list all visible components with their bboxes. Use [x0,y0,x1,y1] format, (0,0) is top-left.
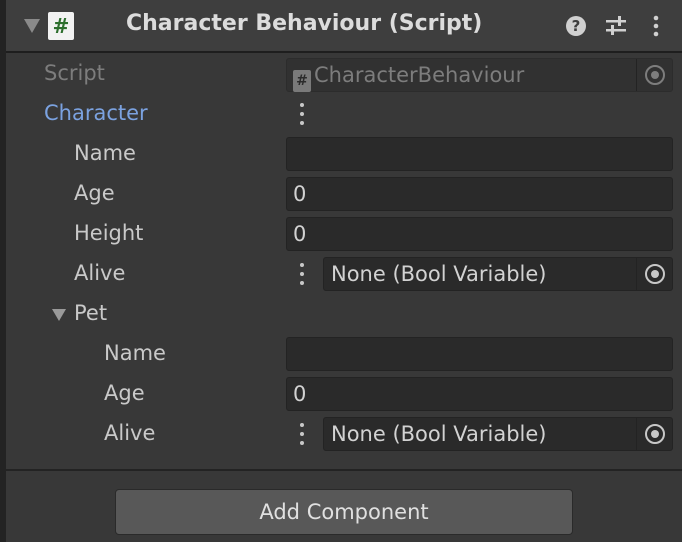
component-header[interactable]: # Character Behaviour (Script) ? [6,0,682,53]
script-object-field[interactable]: # CharacterBehaviour [286,58,673,92]
svg-text:?: ? [572,17,581,35]
pet-alive-kebab-icon[interactable] [298,422,306,448]
character-alive-object-field[interactable]: None (Bool Variable) [323,257,673,291]
presets-icon[interactable] [604,14,628,38]
pet-name-label: Name [104,341,166,365]
character-height-label: Height [74,221,144,245]
character-alive-picker-icon[interactable] [636,258,672,290]
character-name-field[interactable] [286,137,673,171]
add-component-button[interactable]: Add Component [115,489,573,535]
character-alive-kebab-icon[interactable] [298,262,306,288]
character-kebab-icon[interactable] [298,102,306,128]
character-alive-label: Alive [74,261,126,285]
script-icon: # [48,12,74,40]
window-left-border [0,0,6,542]
character-alive-value: None (Bool Variable) [331,262,547,286]
pet-alive-object-field[interactable]: None (Bool Variable) [323,417,673,451]
script-file-icon: # [293,70,311,92]
pet-alive-value: None (Bool Variable) [331,422,547,446]
pet-foldout-arrow-icon[interactable] [52,309,66,321]
more-menu-icon[interactable] [644,14,668,38]
pet-name-field[interactable] [286,337,673,371]
script-field-value: CharacterBehaviour [314,63,525,87]
character-age-label: Age [74,181,115,205]
character-label: Character [44,101,148,125]
pet-label[interactable]: Pet [74,301,107,325]
pet-age-label: Age [104,381,145,405]
pet-alive-label: Alive [104,421,156,445]
character-height-field[interactable]: 0 [286,217,673,251]
script-label: Script [44,61,105,85]
character-name-label: Name [74,141,136,165]
script-object-picker-icon[interactable] [636,59,672,91]
character-age-field[interactable]: 0 [286,177,673,211]
divider [6,469,682,471]
pet-alive-picker-icon[interactable] [636,418,672,450]
pet-age-field[interactable]: 0 [286,377,673,411]
help-icon[interactable]: ? [564,14,588,38]
component-foldout-arrow-icon[interactable] [24,19,40,33]
component-title: Character Behaviour (Script) [126,11,483,36]
